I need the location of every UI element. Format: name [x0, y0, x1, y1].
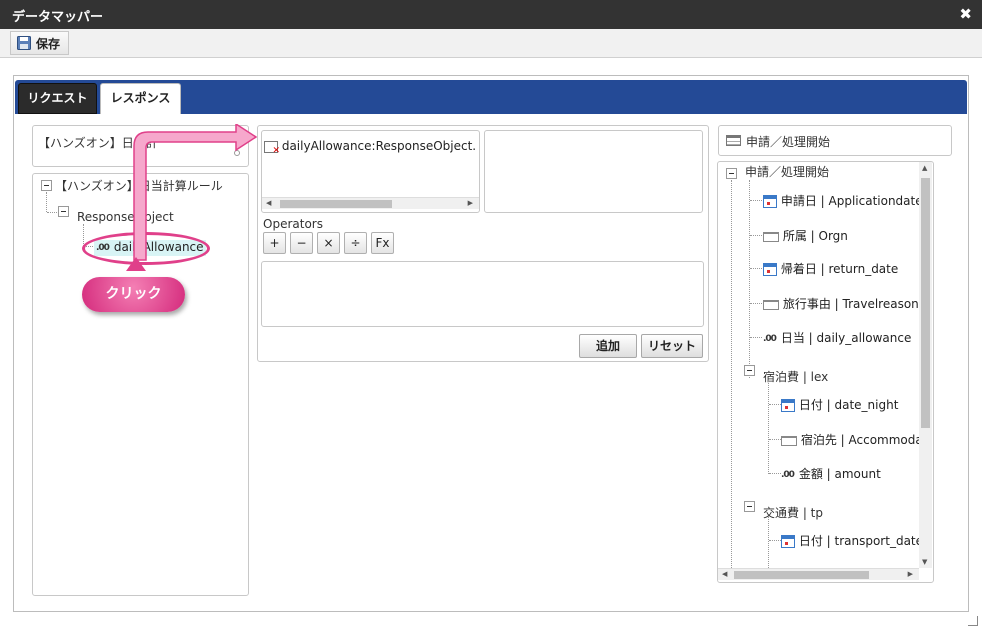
collapse-lex-icon[interactable] [744, 365, 755, 376]
add-button[interactable]: 追加 [579, 334, 637, 358]
mapping-hscrollbar[interactable]: ◀ ▶ [262, 197, 479, 209]
reset-button[interactable]: リセット [641, 334, 703, 358]
target-item-date-night[interactable]: 日付 | date_night [781, 396, 898, 413]
calendar-icon [781, 535, 795, 548]
target-item-daily-allowance[interactable]: .00 日当 | daily_allowance [763, 329, 911, 346]
minus-button[interactable]: − [290, 232, 313, 254]
expression-textarea[interactable] [261, 261, 704, 327]
save-button[interactable]: 保存 [10, 31, 70, 55]
target-item-accommodation[interactable]: 宿泊先 | Accommodati [781, 431, 931, 448]
target-vscrollbar[interactable]: ▲ ▼ [919, 162, 932, 568]
mapping-item[interactable]: ✕ dailyAllowance:ResponseObject.【ハ】 [264, 137, 479, 155]
scroll-right-icon[interactable]: ▶ [468, 199, 473, 207]
calendar-icon [763, 195, 777, 208]
mapping-item-label: dailyAllowance:ResponseObject.【ハ】 [281, 139, 479, 153]
target-item-transport-date[interactable]: 日付 | transport_date [781, 532, 923, 549]
arrow-annotation-icon [133, 124, 258, 261]
dialog-title: データマッパー [12, 10, 104, 25]
annotation-pointer-icon [126, 257, 146, 271]
table-icon [726, 135, 741, 146]
target-tree-root[interactable]: 申請／処理開始 [745, 163, 829, 180]
resize-grip-icon[interactable] [968, 616, 978, 626]
scroll-down-icon[interactable]: ▼ [922, 558, 927, 566]
target-item-return-date[interactable]: 帰着日 | return_date [763, 260, 898, 277]
tab-bar: リクエスト レスポンス [15, 80, 967, 114]
number-icon: .00 [781, 469, 795, 480]
tab-response[interactable]: レスポンス [100, 83, 181, 114]
scroll-up-icon[interactable]: ▲ [922, 164, 927, 172]
collapse-root-icon[interactable] [41, 180, 52, 191]
divide-button[interactable]: ÷ [344, 232, 367, 254]
target-hscrollbar[interactable]: ◀ ▶ [718, 568, 919, 580]
target-item-orgn[interactable]: 所属 | Orgn [763, 227, 848, 244]
target-select-value: 申請／処理開始 [746, 135, 831, 149]
collapse-response-icon[interactable] [58, 206, 69, 217]
mapping-item-icon: ✕ [264, 140, 280, 155]
save-label: 保存 [36, 36, 61, 51]
scroll-left-icon[interactable]: ◀ [266, 199, 271, 207]
multiply-button[interactable]: × [317, 232, 340, 254]
calendar-icon [763, 263, 777, 276]
function-button[interactable]: Fx [371, 232, 394, 254]
scroll-right-icon[interactable]: ▶ [908, 570, 913, 578]
mapping-list-right [484, 130, 703, 213]
string-icon [763, 299, 779, 310]
operators-label: Operators [263, 217, 323, 231]
target-item-travelreason[interactable]: 旅行事由 | Travelreason [763, 295, 919, 312]
number-icon: .00 [763, 333, 777, 344]
target-select-box[interactable]: 申請／処理開始 [718, 125, 952, 156]
close-icon[interactable]: ✖ [959, 5, 972, 23]
target-group-tp[interactable]: 交通費 | tp [763, 504, 823, 521]
dialog-titlebar: データマッパー ✖ [0, 0, 982, 29]
scroll-left-icon[interactable]: ◀ [722, 570, 727, 578]
collapse-target-root-icon[interactable] [726, 168, 737, 179]
target-group-lex[interactable]: 宿泊費 | lex [763, 368, 828, 385]
string-icon [763, 231, 779, 242]
target-item-amount[interactable]: .00 金額 | amount [781, 465, 881, 482]
collapse-tp-icon[interactable] [744, 501, 755, 512]
target-tree-panel: 申請／処理開始 申請日 | Applicationdate 所属 | Orgn … [717, 161, 934, 583]
string-icon [781, 435, 797, 446]
toolbar: 保存 [0, 29, 982, 58]
mapping-list-left: ✕ dailyAllowance:ResponseObject.【ハ】 ◀ ▶ [261, 130, 480, 213]
click-annotation-badge: クリック [82, 277, 185, 312]
tab-request[interactable]: リクエスト [18, 83, 97, 114]
calendar-icon [781, 399, 795, 412]
plus-button[interactable]: + [263, 232, 286, 254]
floppy-disk-icon [17, 36, 31, 50]
target-item-applicationdate[interactable]: 申請日 | Applicationdate [763, 192, 923, 209]
